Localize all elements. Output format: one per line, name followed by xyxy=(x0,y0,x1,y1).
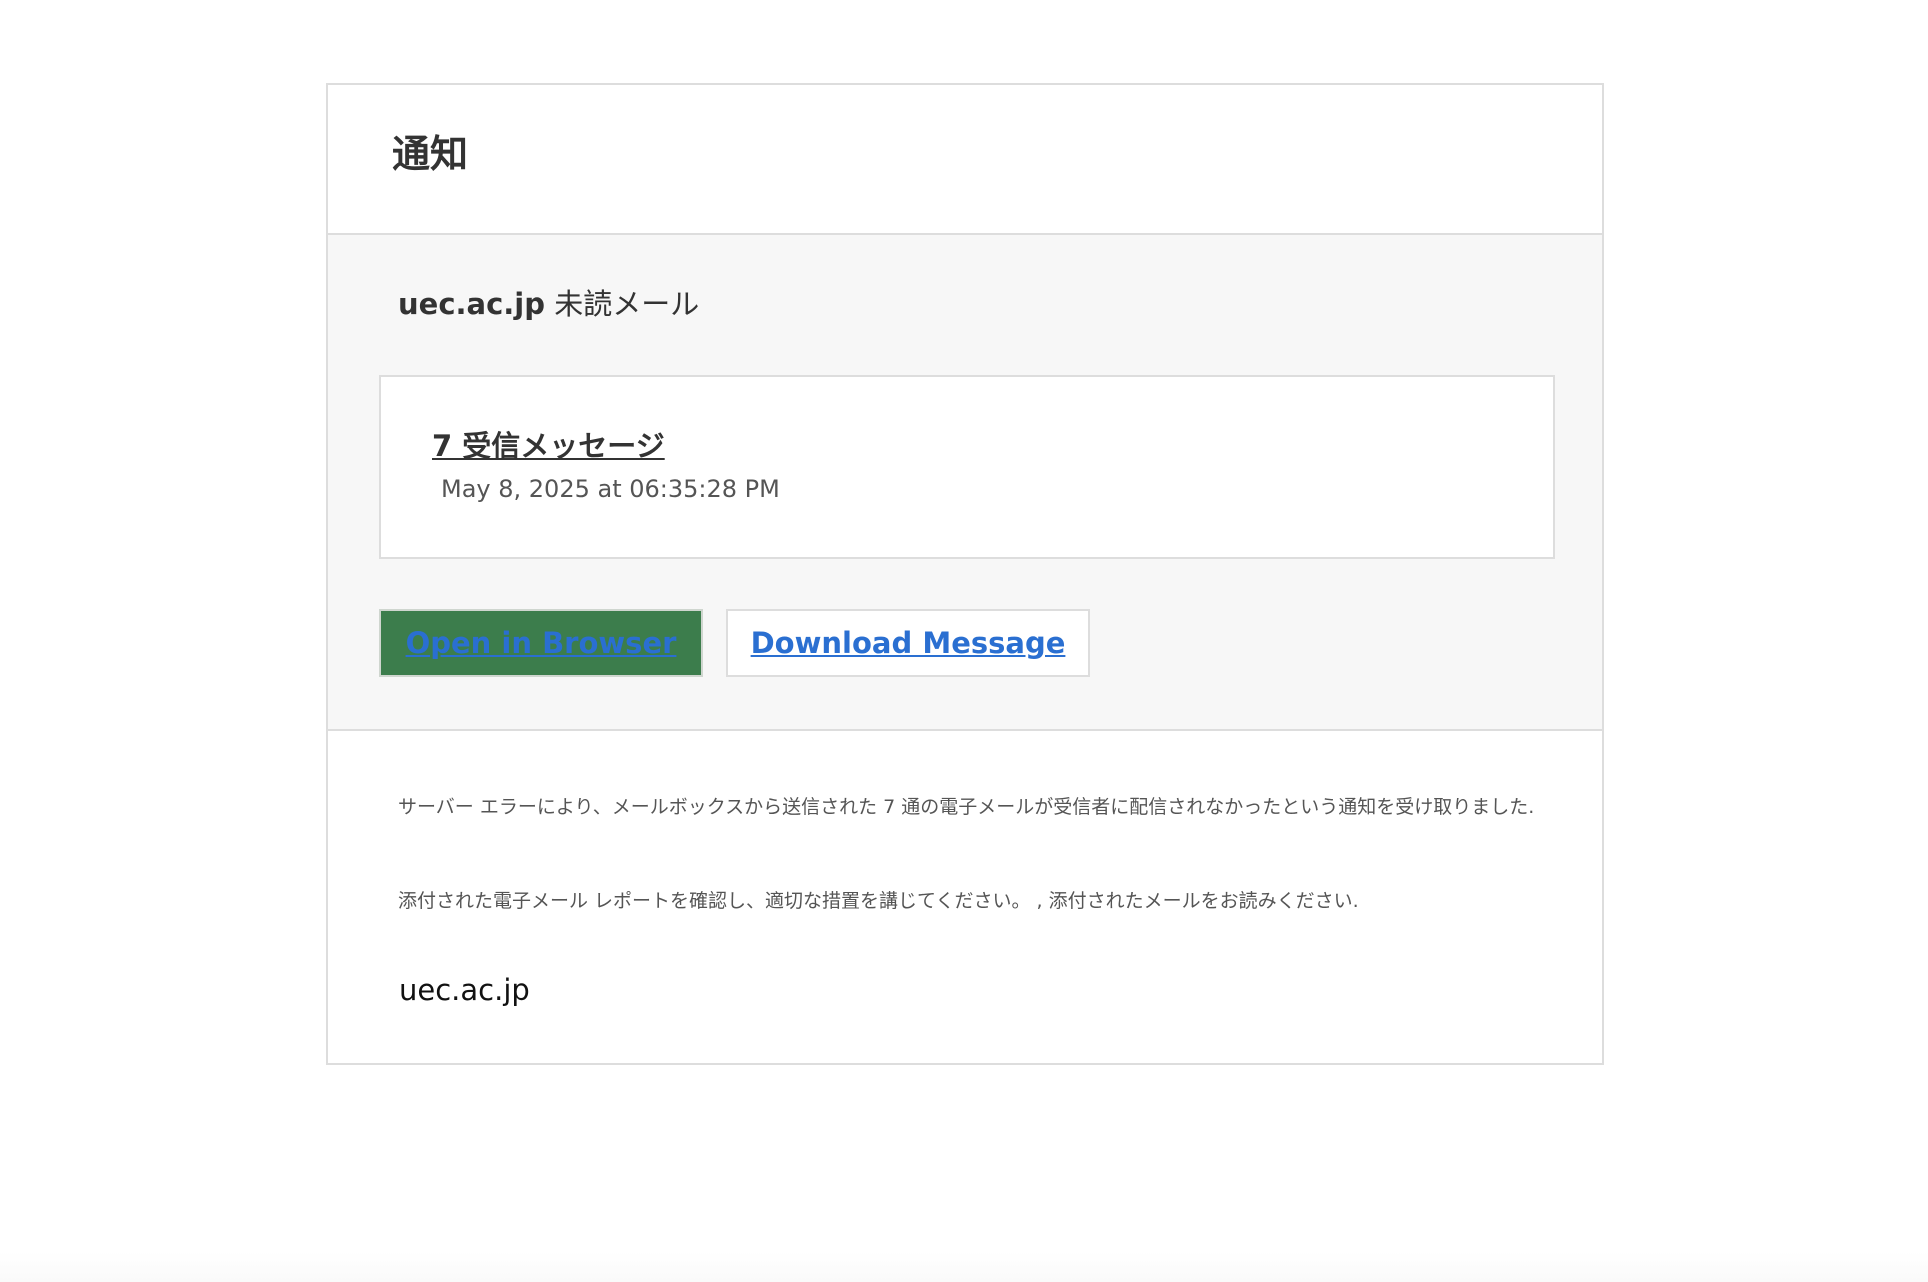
notice-paragraph-2: 添付された電子メール レポートを確認し、適切な措置を講じてください。 , 添付さ… xyxy=(398,890,1359,912)
notice-subtitle-text: 未読メール xyxy=(545,287,700,321)
message-date: May 8, 2025 at 06:35:28 PM xyxy=(441,475,780,503)
page-bottom-shade xyxy=(0,1252,1928,1282)
open-in-browser-button[interactable]: Open in Browser xyxy=(379,609,703,677)
signature: uec.ac.jp xyxy=(399,973,530,1007)
message-panel: uec.ac.jp 未読メール 7 受信メッセージ May 8, 2025 at… xyxy=(328,235,1602,731)
message-title-link[interactable]: 7 受信メッセージ xyxy=(432,429,665,464)
message-box: 7 受信メッセージ May 8, 2025 at 06:35:28 PM xyxy=(379,375,1555,559)
notice-subtitle: uec.ac.jp 未読メール xyxy=(398,287,699,322)
notification-card: 通知 uec.ac.jp 未読メール 7 受信メッセージ May 8, 2025… xyxy=(326,83,1604,1065)
page-title: 通知 xyxy=(392,132,469,176)
card-header: 通知 xyxy=(328,85,1602,235)
card-footer: サーバー エラーにより、メールボックスから送信された 7 通の電子メールが受信者… xyxy=(328,731,1602,1063)
notice-paragraph-1: サーバー エラーにより、メールボックスから送信された 7 通の電子メールが受信者… xyxy=(398,796,1535,818)
notice-domain: uec.ac.jp xyxy=(398,287,545,321)
download-message-button[interactable]: Download Message xyxy=(726,609,1090,677)
